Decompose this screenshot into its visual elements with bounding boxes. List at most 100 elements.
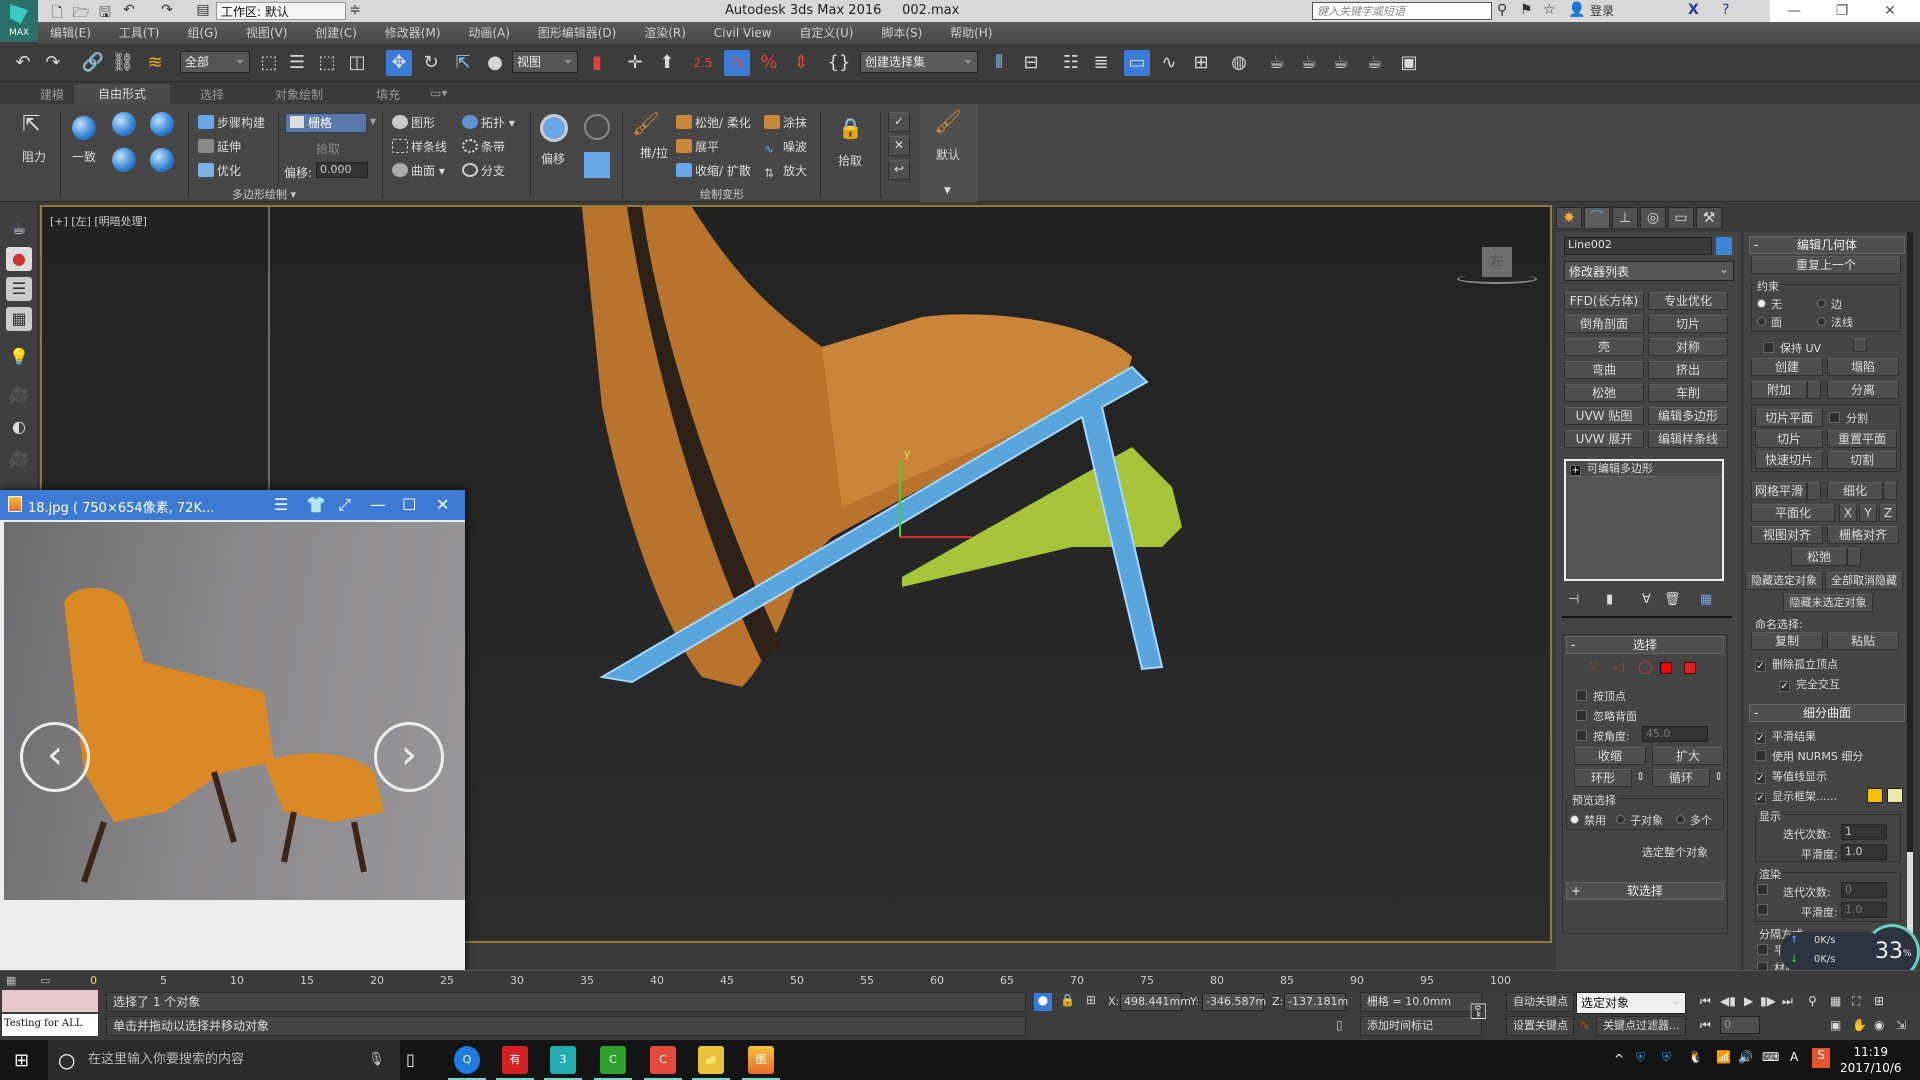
split-checkbox[interactable]: 分割 bbox=[1829, 410, 1868, 426]
sogou-ime-icon[interactable]: S bbox=[1812, 1048, 1830, 1068]
layer-manager-icon[interactable]: ▦ bbox=[6, 307, 32, 331]
pivot-center-icon[interactable]: ▮ bbox=[584, 50, 610, 76]
by-vertex-checkbox[interactable]: 按顶点 bbox=[1576, 688, 1626, 704]
draw-on-chevron-icon[interactable]: ▾ bbox=[370, 114, 376, 128]
modifier-slice-button[interactable]: 切片 bbox=[1648, 315, 1728, 333]
menu-scripting[interactable]: 脚本(S) bbox=[869, 22, 934, 44]
viewcube[interactable]: 左 bbox=[1482, 247, 1512, 277]
draw-on-dropdown[interactable]: 栅格 bbox=[285, 113, 367, 133]
push-pull-brush-icon[interactable]: 🖌 bbox=[632, 112, 660, 137]
smudge-button[interactable]: 涂抹 bbox=[764, 114, 807, 131]
render-iterations-spinner[interactable]: 0 bbox=[1841, 882, 1887, 898]
modifier-relax-button[interactable]: 松弛 bbox=[1564, 384, 1644, 402]
taskbar-app-image-viewer[interactable]: 图 bbox=[742, 1046, 780, 1080]
modifier-ffd-box-button[interactable]: FFD(长方体) bbox=[1564, 292, 1644, 310]
manipulate-icon[interactable]: ✛ bbox=[622, 50, 648, 76]
pick-lock-button[interactable]: 拾取 bbox=[838, 152, 862, 169]
object-color-swatch[interactable] bbox=[1716, 237, 1732, 255]
tab-object-paint[interactable]: 对象绘制 bbox=[275, 86, 323, 103]
select-object-icon[interactable]: ⬚ bbox=[256, 50, 282, 76]
ring-button[interactable]: 环形 bbox=[1574, 769, 1632, 787]
mini-curve-editor-icon[interactable]: ▦ bbox=[6, 974, 16, 987]
redo-icon[interactable]: ↷ bbox=[40, 50, 66, 76]
select-move-icon[interactable]: ✥ bbox=[386, 50, 412, 76]
tab-populate[interactable]: 填充 bbox=[376, 86, 400, 103]
key-tangent-icon[interactable]: ∿ bbox=[1580, 1018, 1590, 1032]
create-tab-icon[interactable]: ✸ bbox=[1556, 207, 1582, 229]
modifier-extrude-button[interactable]: 挤出 bbox=[1648, 361, 1728, 379]
pick-lock-icon[interactable]: 🔒 bbox=[838, 116, 863, 140]
slice-button[interactable]: 切片 bbox=[1755, 430, 1823, 448]
quickslice-button[interactable]: 快速切片 bbox=[1755, 451, 1823, 469]
preserve-uv-checkbox[interactable]: 保持 UV bbox=[1763, 340, 1821, 356]
splines-button[interactable]: 样条线 bbox=[392, 138, 447, 155]
edge-mode-icon[interactable]: ◁ bbox=[1614, 660, 1624, 675]
scale-brush-icon[interactable] bbox=[584, 152, 610, 178]
time-tag-icon[interactable]: ▯ bbox=[1336, 1018, 1343, 1032]
menu-animation[interactable]: 动画(A) bbox=[456, 22, 522, 44]
panel-expand-icon[interactable]: ▼ bbox=[944, 186, 951, 196]
constraint-edge-radio[interactable]: 边 bbox=[1817, 296, 1842, 312]
constraint-none-radio[interactable]: 无 bbox=[1757, 296, 1782, 312]
z-coordinate-field[interactable]: -137.181m bbox=[1284, 993, 1348, 1011]
tab-freeform[interactable]: 自由形式 bbox=[74, 84, 171, 104]
render-smoothness-checkbox[interactable] bbox=[1757, 904, 1774, 917]
layer-explorer-icon[interactable]: ≣ bbox=[1088, 50, 1114, 76]
skin-shirt-icon[interactable]: 👕 bbox=[306, 495, 326, 514]
modify-tab-icon[interactable]: ⌒ bbox=[1584, 207, 1610, 229]
taskbar-app-camtasia[interactable]: C bbox=[594, 1046, 632, 1080]
remove-modifier-icon[interactable]: 🗑 bbox=[1664, 592, 1681, 607]
meshsmooth-settings-icon[interactable] bbox=[1807, 482, 1821, 500]
conform-rotate-icon[interactable] bbox=[150, 112, 174, 136]
unhide-all-button[interactable]: 全部取消隐藏 bbox=[1825, 572, 1903, 590]
keyboard-icon[interactable]: ⌨ bbox=[1762, 1050, 1779, 1064]
workspace-dropdown[interactable]: 工作区: 默认 bbox=[216, 2, 346, 20]
create-teapot-icon[interactable]: ☕ bbox=[6, 217, 32, 241]
next-image-button[interactable]: › bbox=[374, 722, 444, 792]
show-end-result-icon[interactable]: ▮ bbox=[1606, 592, 1613, 607]
menu-modifiers[interactable]: 修改器(M) bbox=[373, 22, 453, 44]
shrink-button[interactable]: 收缩 bbox=[1574, 747, 1646, 765]
push-pull-button[interactable]: 推/拉 bbox=[640, 144, 668, 161]
element-mode-icon[interactable] bbox=[1684, 662, 1696, 674]
redo-icon[interactable]: ↷ bbox=[158, 2, 176, 20]
reset-plane-button[interactable]: 重置平面 bbox=[1827, 430, 1897, 448]
render-setup-icon[interactable]: ☕ bbox=[1264, 50, 1290, 76]
hide-unselected-button[interactable]: 隐藏未选定对象 bbox=[1783, 594, 1873, 612]
modifier-bevel-profile-button[interactable]: 倒角剖面 bbox=[1564, 315, 1644, 333]
shapes-button[interactable]: 图形 bbox=[392, 114, 435, 131]
close-icon[interactable]: ✕ bbox=[436, 495, 449, 514]
help-icon[interactable]: ? bbox=[1722, 2, 1729, 18]
isolate-selection-icon[interactable]: ● bbox=[1034, 993, 1052, 1011]
security-tray-icon[interactable]: ⛨ bbox=[1636, 1050, 1645, 1065]
snaps-toggle-icon[interactable]: 2.5 bbox=[690, 50, 716, 76]
pick-button[interactable]: 拾取 bbox=[316, 140, 340, 157]
app-menu-button[interactable]: MAX bbox=[0, 0, 38, 42]
grow-button[interactable]: 扩大 bbox=[1652, 747, 1724, 765]
modifier-bend-button[interactable]: 弯曲 bbox=[1564, 361, 1644, 379]
favorites-star-icon[interactable]: ☆ bbox=[1543, 2, 1556, 18]
hide-selected-button[interactable]: 隐藏选定对象 bbox=[1745, 572, 1823, 590]
camera-icon[interactable]: 🎥 bbox=[6, 383, 32, 407]
grid-align-button[interactable]: 栅格对齐 bbox=[1827, 526, 1899, 544]
noise-button[interactable]: ∿ 噪波 bbox=[764, 138, 807, 156]
display-smoothness-spinner[interactable]: 1.0 bbox=[1841, 844, 1887, 860]
loop-button[interactable]: 循环 bbox=[1652, 769, 1710, 787]
modifier-list-dropdown[interactable]: 修改器列表 bbox=[1564, 259, 1734, 281]
exchange-x-icon[interactable]: X bbox=[1688, 2, 1699, 18]
antivirus-tray-icon[interactable]: ⛨ bbox=[1662, 1050, 1671, 1065]
key-filter-selection-dropdown[interactable]: 选定对象 bbox=[1576, 990, 1686, 1014]
cut-button[interactable]: 切割 bbox=[1827, 451, 1897, 469]
drag-icon[interactable]: ⇱ bbox=[22, 112, 40, 137]
commit-icon[interactable]: ✓ bbox=[888, 112, 910, 132]
play-icon[interactable]: ▶ bbox=[1744, 994, 1753, 1008]
taskbar-clock[interactable]: 11:19 2017/10/6 bbox=[1840, 1044, 1902, 1076]
stack-item-editable-poly[interactable]: + 可编辑多边形 bbox=[1566, 461, 1722, 477]
by-angle-checkbox[interactable]: 按角度: bbox=[1576, 728, 1630, 744]
modifier-unwrap-uvw-button[interactable]: UVW 展开 bbox=[1564, 430, 1644, 448]
meshsmooth-button[interactable]: 网格平滑 bbox=[1751, 482, 1807, 500]
render-frame-icon[interactable]: ● bbox=[6, 247, 32, 271]
attach-button[interactable]: 附加 bbox=[1751, 381, 1807, 399]
qq-tray-icon[interactable]: 🐧 bbox=[1688, 1050, 1703, 1064]
binoculars-icon[interactable]: ⚲ bbox=[1497, 2, 1507, 18]
